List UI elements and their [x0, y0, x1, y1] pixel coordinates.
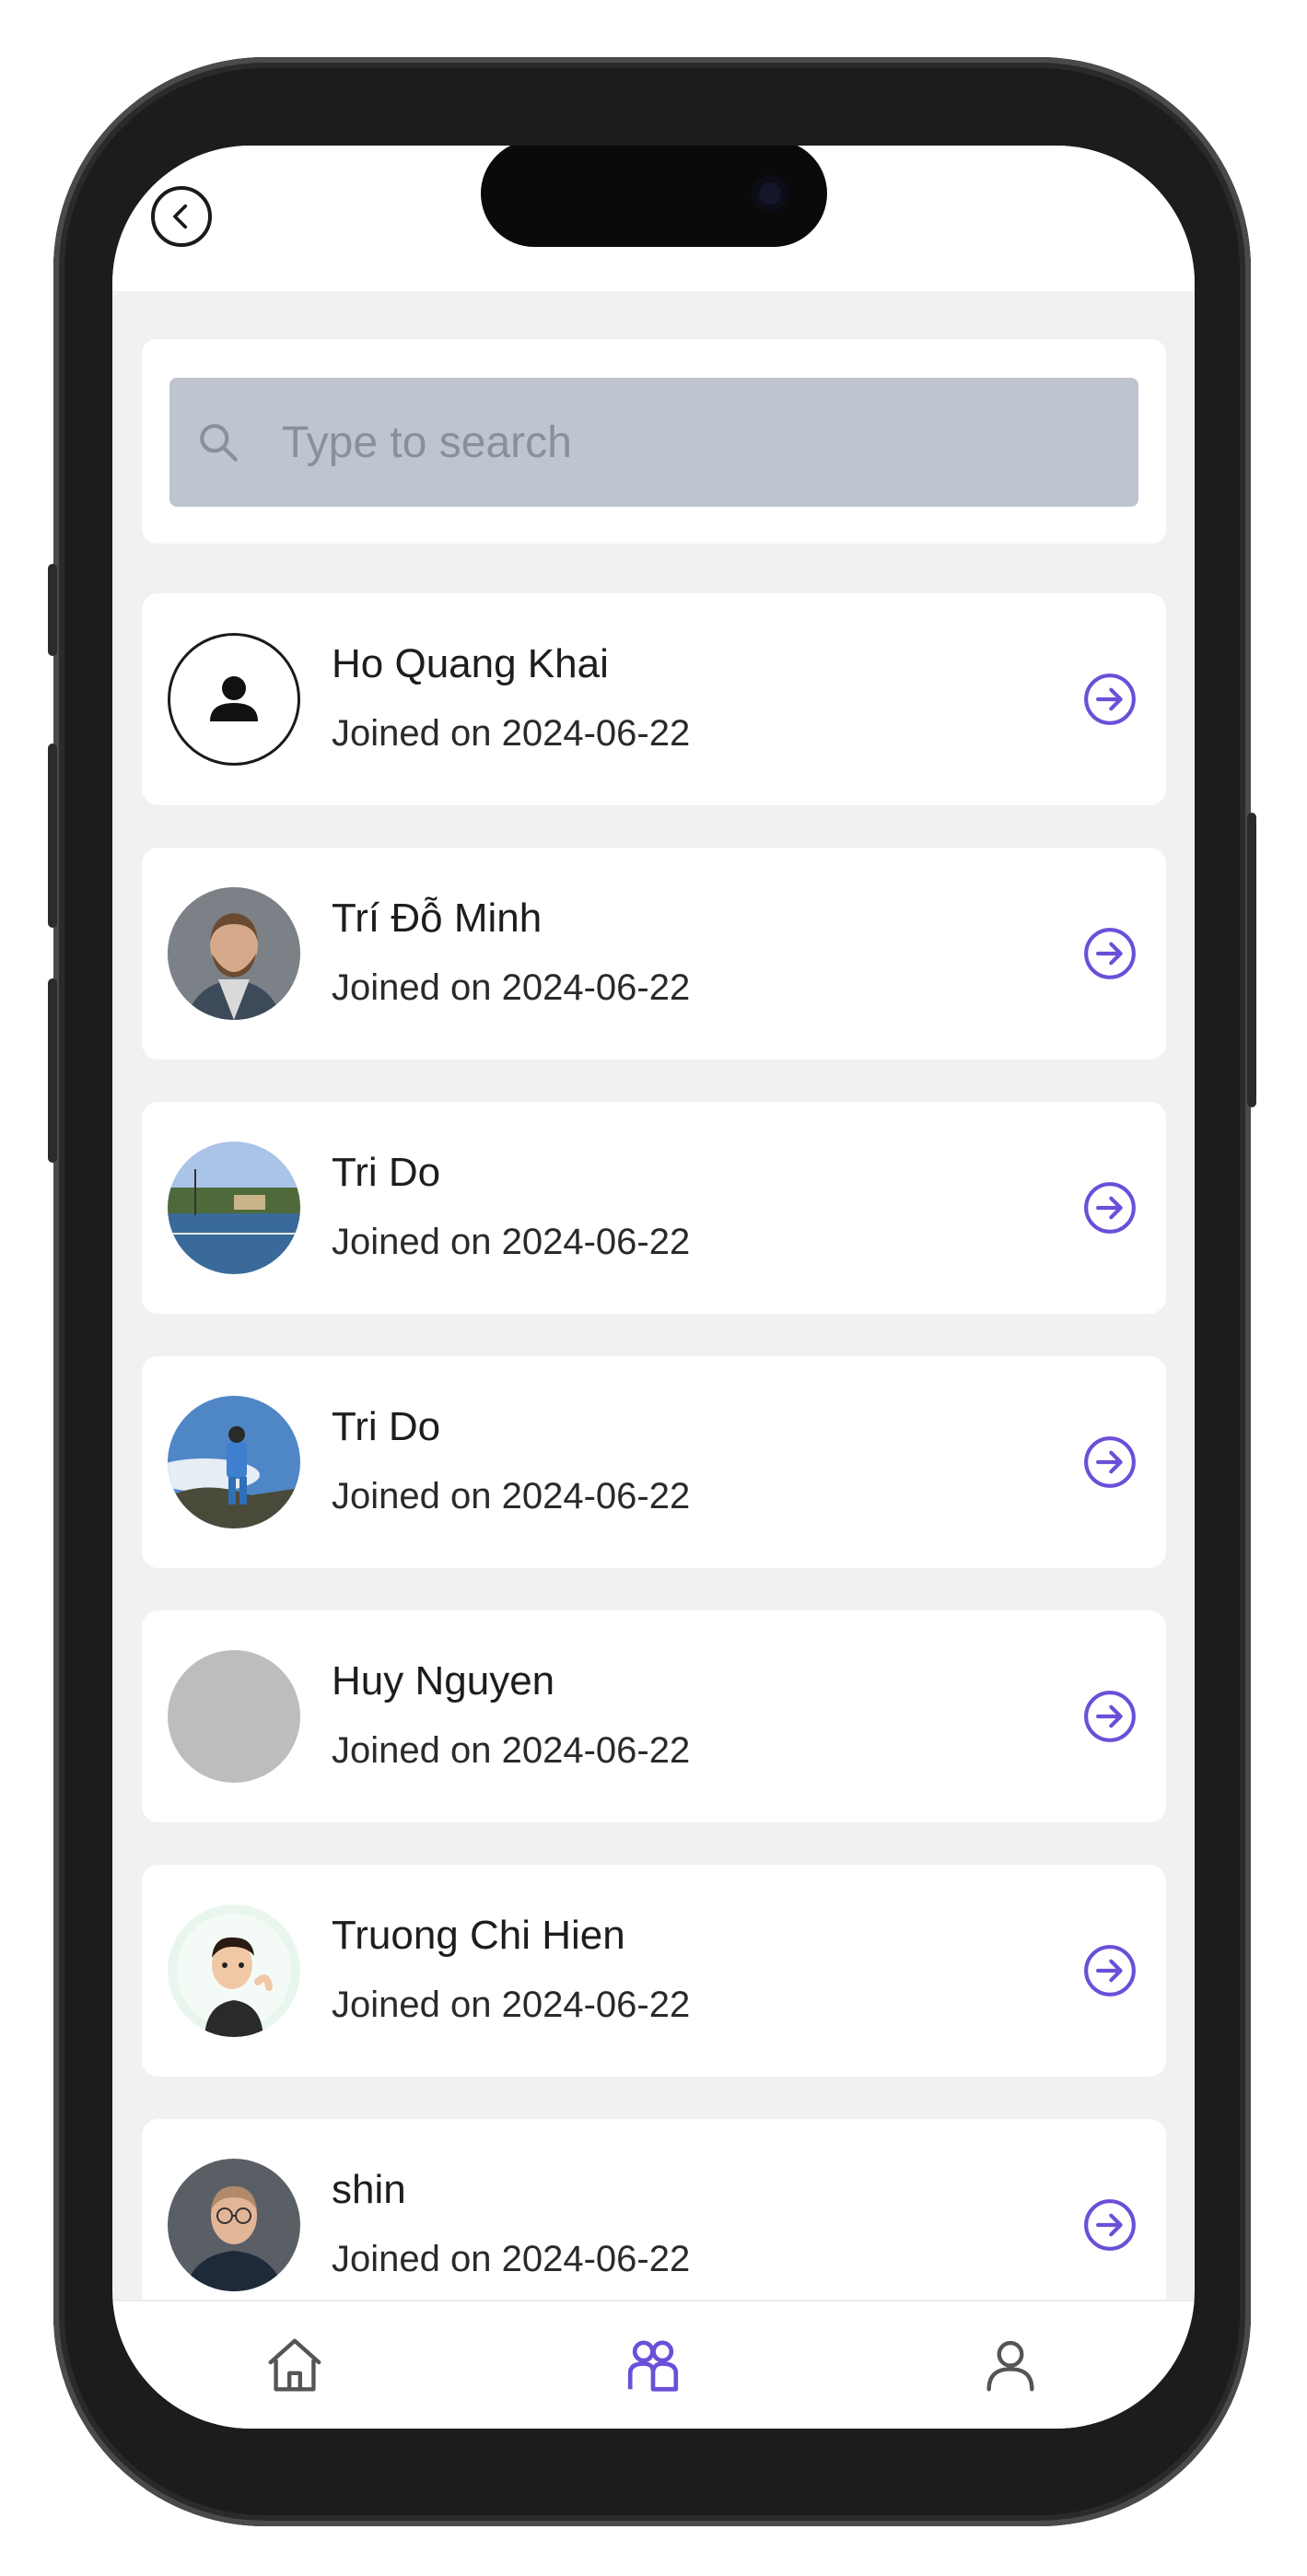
photo-tennis-court — [168, 1142, 300, 1274]
arrow-right-circle-icon[interactable] — [1081, 925, 1138, 982]
member-row[interactable]: Tri Do Joined on 2024-06-22 — [142, 1102, 1166, 1314]
gray-placeholder-avatar — [168, 1650, 300, 1783]
cartoon-avatar — [168, 1904, 300, 2037]
member-list: Ho Quang Khai Joined on 2024-06-22 Trí Đ… — [142, 593, 1166, 2373]
avatar — [168, 1396, 300, 1528]
member-row[interactable]: Huy Nguyen Joined on 2024-06-22 — [142, 1610, 1166, 1822]
member-row[interactable]: Truong Chi Hien Joined on 2024-06-22 — [142, 1865, 1166, 2077]
arrow-right-circle-icon[interactable] — [1081, 671, 1138, 728]
joined-date: Joined on 2024-06-22 — [332, 1730, 691, 1771]
app-screen: Ho Quang Khai Joined on 2024-06-22 Trí Đ… — [112, 146, 1195, 2429]
mute-switch — [48, 564, 57, 656]
default-person-icon — [210, 676, 258, 721]
joined-date: Joined on 2024-06-22 — [332, 1476, 691, 1516]
arrow-right-circle-icon[interactable] — [1081, 1434, 1138, 1491]
back-button[interactable] — [151, 186, 212, 247]
member-name: Tri Do — [332, 1150, 441, 1195]
member-name: Truong Chi Hien — [332, 1913, 625, 1958]
member-row[interactable]: Tri Do Joined on 2024-06-22 — [142, 1356, 1166, 1568]
top-bar — [112, 146, 1195, 291]
search-icon — [200, 424, 238, 462]
avatar — [168, 2159, 300, 2291]
bottom-tab-bar — [112, 2300, 1195, 2429]
dynamic-island — [481, 146, 827, 247]
chevron-left-icon — [173, 204, 188, 229]
member-name: Huy Nguyen — [332, 1658, 555, 1704]
users-icon[interactable] — [621, 2333, 685, 2397]
avatar — [168, 1904, 300, 2037]
member-row[interactable]: Ho Quang Khai Joined on 2024-06-22 — [142, 593, 1166, 805]
search-input[interactable] — [280, 416, 1094, 469]
power-button — [1247, 813, 1256, 1107]
photo-bearded-man — [168, 887, 300, 1020]
arrow-right-circle-icon[interactable] — [1081, 2196, 1138, 2254]
joined-date: Joined on 2024-06-22 — [332, 1985, 691, 2025]
joined-date: Joined on 2024-06-22 — [332, 713, 691, 754]
member-row[interactable]: Trí Đỗ Minh Joined on 2024-06-22 — [142, 848, 1166, 1060]
member-name: shin — [332, 2167, 406, 2212]
arrow-right-circle-icon[interactable] — [1081, 1942, 1138, 1999]
photo-man-glasses — [168, 2159, 300, 2291]
camera-icon — [752, 175, 788, 212]
search-field[interactable] — [169, 378, 1138, 507]
avatar — [168, 633, 300, 766]
avatar — [168, 1142, 300, 1274]
profile-icon[interactable] — [978, 2333, 1043, 2397]
avatar — [168, 887, 300, 1020]
volume-down-button — [48, 978, 57, 1163]
search-card — [142, 339, 1166, 544]
joined-date: Joined on 2024-06-22 — [332, 2239, 691, 2279]
member-name: Ho Quang Khai — [332, 641, 609, 686]
arrow-right-circle-icon[interactable] — [1081, 1688, 1138, 1745]
volume-up-button — [48, 744, 57, 928]
joined-date: Joined on 2024-06-22 — [332, 967, 691, 1008]
member-name: Tri Do — [332, 1404, 441, 1449]
photo-mountain-person — [168, 1396, 300, 1528]
home-icon[interactable] — [263, 2333, 327, 2397]
member-name: Trí Đỗ Minh — [332, 896, 543, 941]
arrow-right-circle-icon[interactable] — [1081, 1179, 1138, 1236]
joined-date: Joined on 2024-06-22 — [332, 1222, 691, 1262]
